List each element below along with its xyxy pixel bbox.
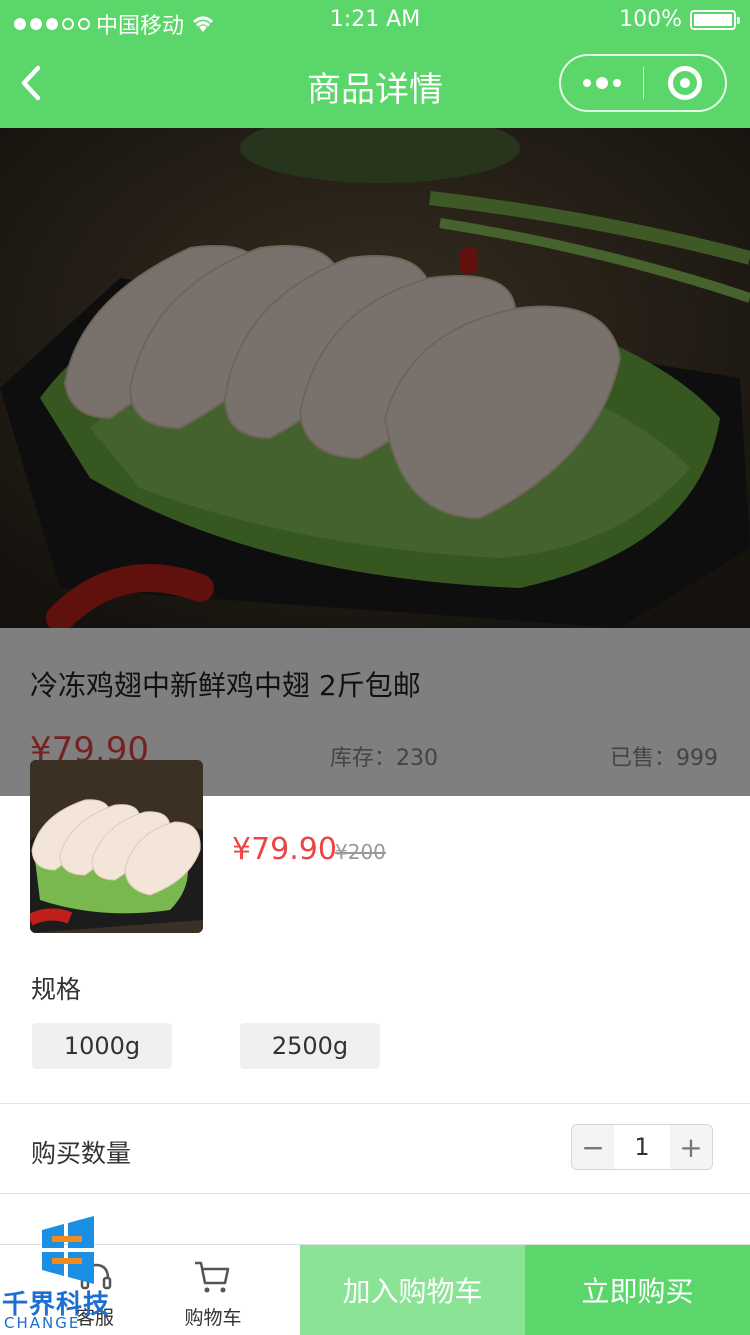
watermark-sub: CHANGE bbox=[4, 1314, 81, 1332]
divider bbox=[0, 1103, 750, 1104]
mini-program-capsule bbox=[559, 54, 727, 112]
quantity-label: 购买数量 bbox=[31, 1139, 132, 1168]
quantity-input[interactable]: 1 bbox=[614, 1125, 670, 1169]
status-right: 100% bbox=[619, 7, 740, 32]
close-capsule-button[interactable] bbox=[644, 56, 725, 110]
chicken-wings-thumbnail bbox=[30, 760, 203, 933]
cart-label: 购物车 bbox=[184, 1307, 242, 1329]
spec-option-2500g[interactable]: 2500g bbox=[240, 1023, 380, 1069]
watermark-logo: 千界科技 CHANGE bbox=[0, 1216, 130, 1334]
spec-option-1000g[interactable]: 1000g bbox=[32, 1023, 172, 1069]
windows-logo-icon bbox=[42, 1216, 94, 1284]
plus-button[interactable]: + bbox=[670, 1125, 712, 1169]
sku-price: ¥79.90 bbox=[232, 832, 337, 867]
nav-bar: 商品详情 bbox=[0, 40, 750, 128]
status-bar: 中国移动 1:21 AM 100% bbox=[0, 0, 750, 40]
spec-label: 规格 bbox=[31, 975, 82, 1004]
more-dots-icon[interactable] bbox=[561, 56, 643, 110]
quantity-stepper: − 1 + bbox=[571, 1124, 713, 1170]
battery-label: 100% bbox=[619, 7, 682, 32]
sku-thumbnail bbox=[30, 760, 203, 933]
modal-mask[interactable] bbox=[0, 128, 750, 796]
add-to-cart-button[interactable]: 加入购物车 bbox=[300, 1245, 525, 1335]
sku-original-price: ¥200 bbox=[335, 840, 386, 864]
divider bbox=[0, 1193, 750, 1194]
target-circle-icon bbox=[667, 66, 702, 100]
battery-icon bbox=[690, 9, 740, 30]
buy-now-button[interactable]: 立即购买 bbox=[525, 1245, 750, 1335]
cart-icon bbox=[195, 1261, 230, 1293]
minus-button[interactable]: − bbox=[572, 1125, 614, 1169]
cart-button[interactable]: 购物车 bbox=[138, 1245, 288, 1335]
